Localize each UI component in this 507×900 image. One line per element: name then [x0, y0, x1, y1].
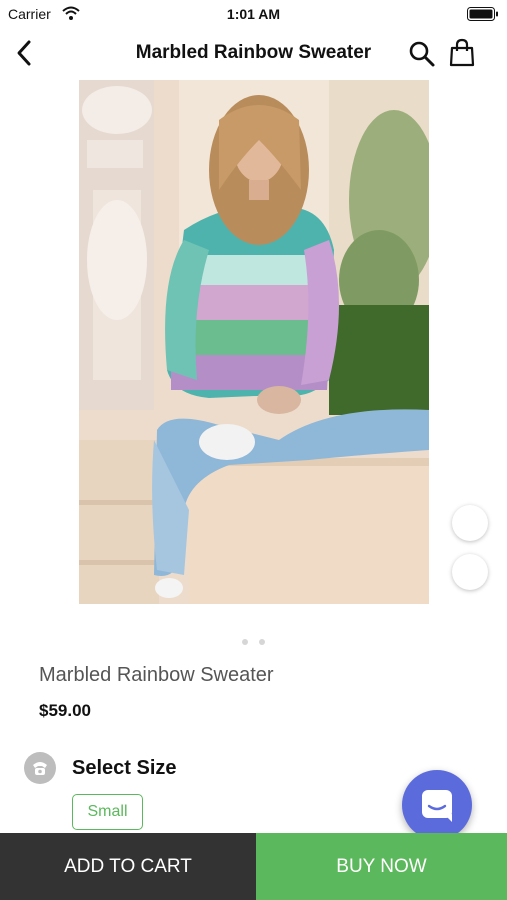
bottom-action-bar: ADD TO CART BUY NOW [0, 833, 507, 900]
status-bar: Carrier 1:01 AM [0, 0, 507, 28]
buy-now-button[interactable]: BUY NOW [256, 833, 507, 900]
product-photo-illustration [79, 80, 429, 604]
battery-icon [467, 7, 498, 21]
floating-circle-button-top[interactable] [452, 505, 488, 541]
floating-circle-button-bottom[interactable] [452, 554, 488, 590]
add-to-cart-button[interactable]: ADD TO CART [0, 833, 256, 900]
chat-button[interactable] [402, 770, 472, 840]
product-name: Marbled Rainbow Sweater [39, 664, 274, 686]
pagination-dot[interactable] [258, 639, 265, 645]
search-icon[interactable] [408, 40, 436, 68]
pagination-dot[interactable] [242, 639, 249, 645]
shopping-bag-icon[interactable] [448, 38, 476, 68]
image-pagination-dots [0, 632, 507, 650]
select-size-label: Select Size [72, 757, 177, 779]
telephone-icon [33, 762, 47, 775]
product-image[interactable] [79, 80, 429, 604]
navigation-bar: Marbled Rainbow Sweater [0, 28, 507, 78]
size-option-small[interactable]: Small [72, 794, 143, 830]
product-price: $59.00 [39, 701, 91, 720]
size-chart-icon[interactable] [24, 752, 56, 784]
status-time: 1:01 AM [226, 6, 281, 22]
chat-bubble-icon [422, 790, 452, 822]
